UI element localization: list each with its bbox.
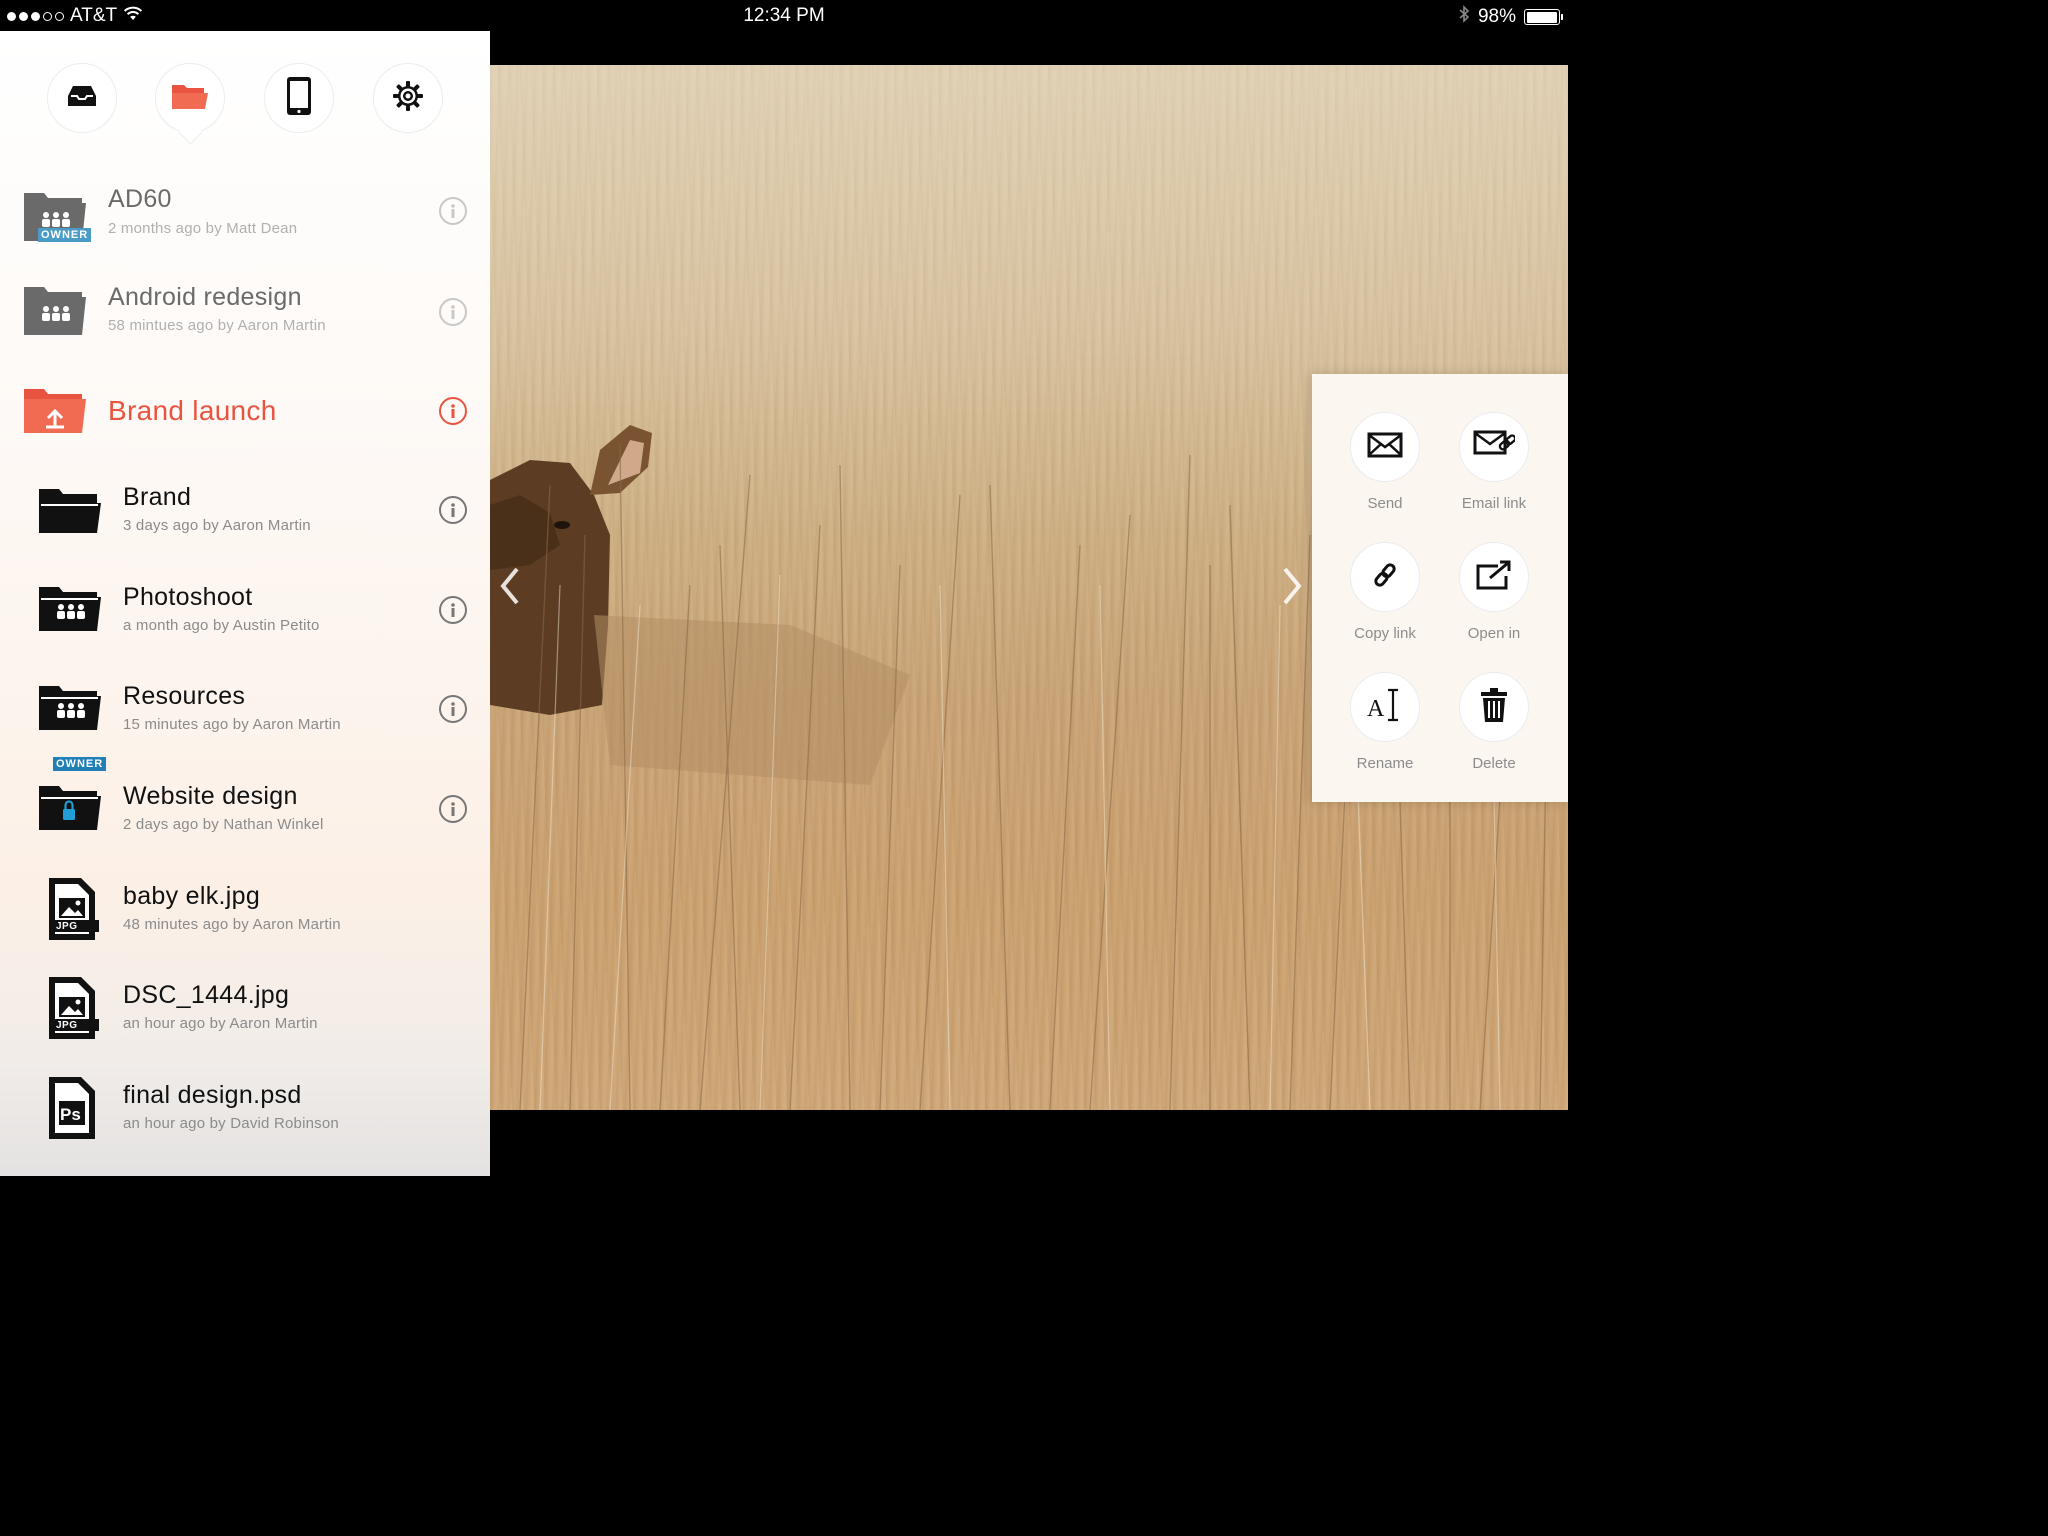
open-in-button-circle: [1459, 542, 1529, 612]
rename-icon: A: [1366, 687, 1404, 728]
send-label: Send: [1367, 495, 1403, 512]
link-icon: [1370, 560, 1400, 595]
file-type-tag: JPG: [56, 1020, 78, 1031]
status-right: 98%: [1458, 5, 1563, 29]
rename-label: Rename: [1356, 755, 1414, 772]
envelope-icon: [1367, 432, 1403, 463]
svg-text:A: A: [1367, 696, 1385, 722]
info-icon[interactable]: [439, 397, 467, 425]
copy-link-button-circle: [1350, 542, 1420, 612]
list-item-ad60[interactable]: OWNER AD60 2 months ago by Matt Dean: [0, 163, 490, 261]
shared-folder-icon: [37, 682, 103, 739]
list-item-photoshoot[interactable]: Photoshoot a month ago by Austin Petito: [0, 561, 490, 659]
item-title: Photoshoot: [123, 583, 253, 611]
trash-icon: [1480, 687, 1508, 728]
item-title: baby elk.jpg: [123, 882, 261, 910]
shared-folder-icon: [37, 583, 103, 640]
item-subtitle: a month ago by Austin Petito: [123, 617, 320, 634]
item-subtitle: 2 days ago by Nathan Winkel: [123, 816, 324, 833]
devices-tab[interactable]: [264, 63, 334, 133]
files-tab[interactable]: [155, 63, 225, 133]
previous-arrow-icon[interactable]: [493, 561, 527, 611]
list-item-website-design[interactable]: Website design 2 days ago by Nathan Wink…: [0, 760, 490, 858]
open-in-label: Open in: [1467, 625, 1521, 642]
file-browser-sidebar: OWNER AD60 2 months ago by Matt Dean And…: [0, 31, 490, 1176]
share-actions-panel: Send Email link Copy link Open in A Rena…: [1312, 374, 1568, 802]
item-title: Android redesign: [108, 283, 302, 311]
info-icon[interactable]: [439, 197, 467, 225]
status-time: 12:34 PM: [743, 5, 825, 26]
owner-badge: OWNER: [38, 228, 92, 242]
folder-icon: [37, 485, 103, 542]
delete-label: Delete: [1472, 755, 1516, 772]
delete-button[interactable]: Delete: [1439, 672, 1549, 772]
item-subtitle: 58 mintues ago by Aaron Martin: [108, 317, 326, 334]
list-item-brand[interactable]: Brand 3 days ago by Aaron Martin: [0, 461, 490, 559]
info-icon[interactable]: [439, 596, 467, 624]
list-item-android-redesign[interactable]: Android redesign 58 mintues ago by Aaron…: [0, 263, 490, 361]
item-title: Resources: [123, 682, 246, 710]
item-subtitle: an hour ago by David Robinson: [123, 1115, 339, 1132]
copy-link-button[interactable]: Copy link: [1330, 542, 1440, 642]
folder-icon: [170, 81, 210, 116]
item-title: Brand: [123, 483, 192, 511]
list-item-baby-elk[interactable]: JPG baby elk.jpg 48 minutes ago by Aaron…: [0, 860, 490, 958]
list-item-final-design[interactable]: Ps final design.psd an hour ago by David…: [0, 1059, 490, 1157]
tablet-icon: [285, 76, 313, 121]
email-link-icon: [1473, 430, 1517, 465]
email-link-label: Email link: [1461, 495, 1527, 512]
item-subtitle: an hour ago by Aaron Martin: [123, 1015, 318, 1032]
send-button[interactable]: Send: [1330, 412, 1440, 512]
item-subtitle: 3 days ago by Aaron Martin: [123, 517, 311, 534]
open-folder-icon: [22, 385, 88, 442]
list-item-brand-launch[interactable]: Brand launch: [0, 371, 490, 469]
shared-folder-icon: [22, 283, 88, 344]
list-item-dsc-1444[interactable]: JPG DSC_1444.jpg an hour ago by Aaron Ma…: [0, 959, 490, 1057]
item-title: DSC_1444.jpg: [123, 981, 290, 1009]
jpg-file-icon: [47, 975, 99, 1046]
item-title: Website design: [123, 782, 298, 810]
file-type-tag: JPG: [56, 921, 78, 932]
bluetooth-icon: [1458, 5, 1470, 29]
file-type-tag: Ps: [60, 1105, 81, 1124]
rename-button[interactable]: A Rename: [1330, 672, 1440, 772]
info-icon[interactable]: [439, 496, 467, 524]
send-button-circle: [1350, 412, 1420, 482]
battery-percent: 98%: [1477, 6, 1516, 27]
copy-link-label: Copy link: [1354, 625, 1416, 642]
info-icon[interactable]: [439, 695, 467, 723]
item-subtitle: 15 minutes ago by Aaron Martin: [123, 716, 341, 733]
top-navigation: [0, 63, 490, 135]
settings-tab[interactable]: [373, 63, 443, 133]
info-icon[interactable]: [439, 795, 467, 823]
item-subtitle: 2 months ago by Matt Dean: [108, 220, 298, 237]
email-link-button[interactable]: Email link: [1439, 412, 1549, 512]
info-icon[interactable]: [439, 298, 467, 326]
status-bar: AT&T 12:34 PM 98%: [0, 0, 1568, 31]
item-title: final design.psd: [123, 1081, 302, 1109]
inbox-icon: [66, 84, 98, 113]
email-link-button-circle: [1459, 412, 1529, 482]
gear-icon: [392, 80, 424, 117]
item-subtitle: 48 minutes ago by Aaron Martin: [123, 916, 341, 933]
open-in-button[interactable]: Open in: [1439, 542, 1549, 642]
item-title: AD60: [108, 185, 172, 213]
list-item-resources[interactable]: OWNER Resources 15 minutes ago by Aaron …: [0, 660, 490, 771]
next-arrow-icon[interactable]: [1275, 561, 1309, 611]
inbox-tab[interactable]: [47, 63, 117, 133]
delete-button-circle: [1459, 672, 1529, 742]
open-in-icon: [1476, 560, 1512, 595]
jpg-file-icon: [47, 876, 99, 947]
rename-button-circle: A: [1350, 672, 1420, 742]
item-title: Brand launch: [108, 395, 277, 426]
battery-icon: [1524, 9, 1563, 25]
locked-folder-icon: [37, 782, 103, 839]
